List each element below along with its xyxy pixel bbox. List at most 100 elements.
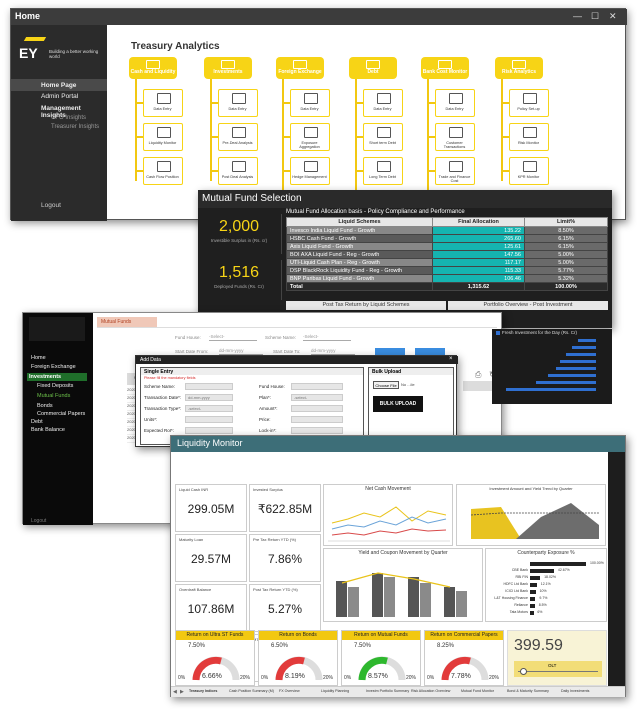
report-tab[interactable]: Bond & Maturity Summary [507,689,549,693]
report-tab[interactable]: FX Overview [279,689,300,693]
sidebar-item[interactable]: Home [31,355,46,361]
tile-icon [523,161,537,172]
start-date-from-input[interactable]: dd-mm-yyyy [219,348,263,355]
col-limit[interactable]: Limit% [524,217,608,227]
fund-house-select[interactable]: -Select- [209,334,257,341]
module-tile[interactable]: Trade and Finance Cost [435,157,475,185]
tile-label: Customer Transactions [443,141,466,149]
tile-icon [232,161,246,172]
module-tile[interactable]: Data Entry [218,89,258,117]
sidebar-item[interactable]: Mutual Funds [31,393,70,399]
kpi-value: 299.05M [187,502,235,516]
kpi-deployed-label: Deployed Funds (Rs. Cr) [214,284,264,289]
filters-strip[interactable] [608,452,625,686]
module-tile[interactable]: Data Entry [363,89,403,117]
gauge-title: Return on Bonds [259,631,337,640]
report-tab[interactable]: Daily Investments [561,689,589,693]
sidebar-item[interactable]: Investments [27,373,87,381]
scheme-name: BOI AXA Liquid Fund - Reg - Growth [286,250,433,259]
total-allocation: 1,315.62 [432,282,525,291]
table-row[interactable]: UTI-Liquid Cash Plan - Reg - Growth 117.1… [286,258,608,267]
field-input[interactable] [185,427,233,434]
final-allocation: 147.56 [432,250,525,259]
counterparty-label: ICICI Ltd Bank [505,589,528,593]
report-tab[interactable]: Cash Position Summary (M) [229,689,274,693]
table-row[interactable]: BNP Paribas Liquid Fund - Growth 106.46 5.… [286,274,608,283]
field-input[interactable] [185,416,233,423]
bulk-upload-title: Bulk Upload [369,368,453,375]
mutual-fund-selection-window: Mutual Fund Selection 2,000 Investible S… [198,190,612,328]
col-allocation[interactable]: Final Allocation [432,217,525,227]
tile-connector [427,170,435,172]
tile-label: Data Entry [153,107,172,111]
module-tile[interactable]: Data Entry [143,89,183,117]
field-input[interactable] [291,383,343,390]
bulk-upload-button[interactable]: BULK UPLOAD [373,396,423,412]
tile-label: Policy Set-up [517,107,540,111]
sidebar-item[interactable]: Debt [31,419,43,425]
report-tab[interactable]: Liquidity Planning [321,689,349,693]
table-row[interactable]: BOI AXA Liquid Fund - Reg - Growth 147.56… [286,250,608,259]
prev-tab-icon[interactable]: ◀ [173,689,177,695]
yield-bar [348,587,359,617]
field-input[interactable]: dd-mm-yyyy [185,394,233,401]
start-date-to-input[interactable]: dd-mm-yyyy [311,348,355,355]
gauge-value: 7.78% [451,673,471,680]
slider-track[interactable] [518,671,598,672]
field-input[interactable] [185,383,233,390]
slider-handle[interactable] [520,668,527,675]
module-tile[interactable]: Risk Monitor [509,123,549,151]
kpi-value: ₹622.85M [257,502,313,516]
logout-link[interactable]: Logout [31,518,46,524]
final-allocation: 106.46 [432,274,525,283]
tile-label: Data Entry [373,107,392,111]
report-tab[interactable]: Risk Allocation Overview [411,689,450,693]
next-tab-icon[interactable]: ▶ [180,689,184,695]
modal-close-icon[interactable]: × [449,356,453,362]
sidebar-item[interactable]: Bonds [31,403,53,409]
tab-mutual-funds[interactable]: Mutual Funds [97,317,157,327]
module-tile[interactable]: Data Entry [290,89,330,117]
field-input[interactable]: -select- [185,405,233,412]
module-tile[interactable]: Liquidity Monitor [143,123,183,151]
report-tab[interactable]: Investm Portfolio Summary [366,689,409,693]
counterparty-value: 100.00% [590,561,604,565]
print-icon[interactable]: ⎙ [475,370,481,380]
module-tile[interactable]: Pre-Deal Analysis [218,123,258,151]
counterparty-label: Reliance [514,603,528,607]
field-input[interactable]: -select- [291,394,343,401]
module-tile[interactable]: KPR Monitor [509,157,549,185]
col-schemes[interactable]: Liquid Schemes [286,217,433,227]
module-tile[interactable]: Long Term Debt [363,157,403,185]
tile-icon [157,93,171,104]
table-row[interactable]: DSP BlackRock Liquidity Fund - Reg - Gro… [286,266,608,275]
kpi-value: 29.57M [190,552,232,566]
single-entry-title: Single Entry [141,368,363,375]
table-row[interactable]: HSBC Cash Fund - Growth 265.60 6.15% [286,234,608,243]
module-tile[interactable]: Policy Set-up [509,89,549,117]
field-input[interactable] [291,427,343,434]
tile-icon [304,127,318,138]
report-tab[interactable]: Mutual Fund Monitor [461,689,494,693]
choose-file-button[interactable]: Choose File [373,381,399,389]
module-tile[interactable]: Data Entry [435,89,475,117]
report-tab[interactable]: Treasury Indices [189,689,217,693]
module-tile[interactable]: Short term Debt [363,123,403,151]
tile-connector [355,102,363,104]
yield-trend-chart: Investment Amount and Yield Trend by Qua… [456,484,606,546]
field-input[interactable] [291,416,343,423]
module-tile[interactable]: Post Deal Analysis [218,157,258,185]
sidebar-item[interactable]: Foreign Exchange [31,364,76,370]
module-tile[interactable]: Hedge Management [290,157,330,185]
module-tile[interactable]: Exposure Aggregation [290,123,330,151]
sidebar-item[interactable]: Bank Balance [31,427,65,433]
module-tile[interactable]: Customer Transactions [435,123,475,151]
sidebar-item[interactable]: Commercial Papers [31,411,85,417]
scheme-name-select[interactable]: -Select- [303,334,351,341]
table-row[interactable]: Axis Liquid Fund - Growth 125.61 6.15% [286,242,608,251]
table-row[interactable]: Invesco India Liquid Fund - Growth 135.22… [286,226,608,235]
sidebar-item[interactable]: Fixed Deposits [31,383,73,389]
field-input[interactable] [291,405,343,412]
big-value: 399.59 [514,637,563,654]
module-tile[interactable]: Cash Flow Position [143,157,183,185]
